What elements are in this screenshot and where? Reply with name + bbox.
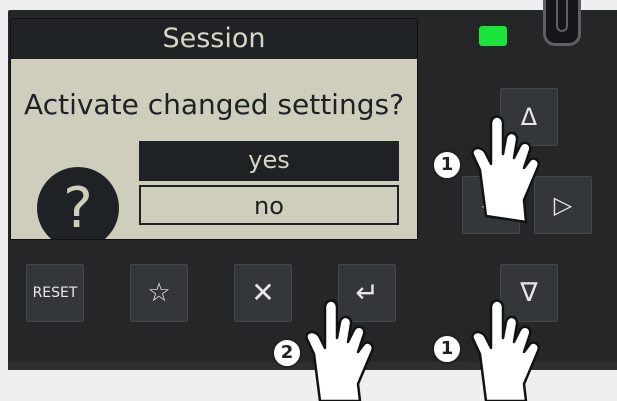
right-arrow-button[interactable]: ▷	[534, 176, 592, 234]
lcd-screen: Session Activate changed settings? ? yes…	[10, 18, 418, 240]
left-arrow-button[interactable]: ◁	[462, 176, 520, 234]
question-mark-glyph: ?	[63, 176, 93, 240]
step-2-badge: 2	[272, 338, 302, 368]
down-arrow-icon: ∇	[520, 278, 538, 308]
close-icon: ✕	[251, 276, 275, 309]
option-no[interactable]: no	[139, 185, 399, 225]
panel-bottom-edge	[8, 362, 617, 370]
up-arrow-button[interactable]: Δ	[500, 88, 558, 146]
reset-label: RESET	[32, 285, 78, 301]
up-arrow-icon: Δ	[520, 103, 538, 131]
favorite-button[interactable]: ☆	[130, 264, 188, 322]
usb-port-slot	[556, 0, 568, 32]
left-arrow-icon: ◁	[481, 191, 501, 219]
status-led	[479, 26, 507, 46]
screen-title: Session	[11, 19, 417, 59]
help-question-icon: ?	[37, 167, 119, 240]
step-1-badge: 1	[432, 334, 462, 364]
confirm-question: Activate changed settings?	[24, 88, 404, 121]
cancel-button[interactable]: ✕	[234, 264, 292, 322]
reset-button[interactable]: RESET	[26, 264, 84, 322]
right-arrow-icon: ▷	[553, 191, 573, 219]
star-icon: ☆	[147, 278, 171, 308]
enter-icon: ↵	[355, 276, 379, 309]
enter-button[interactable]: ↵	[338, 264, 396, 322]
option-yes[interactable]: yes	[139, 141, 399, 181]
usb-port	[543, 0, 581, 46]
step-1-badge: 1	[432, 150, 462, 180]
down-arrow-button[interactable]: ∇	[500, 264, 558, 322]
